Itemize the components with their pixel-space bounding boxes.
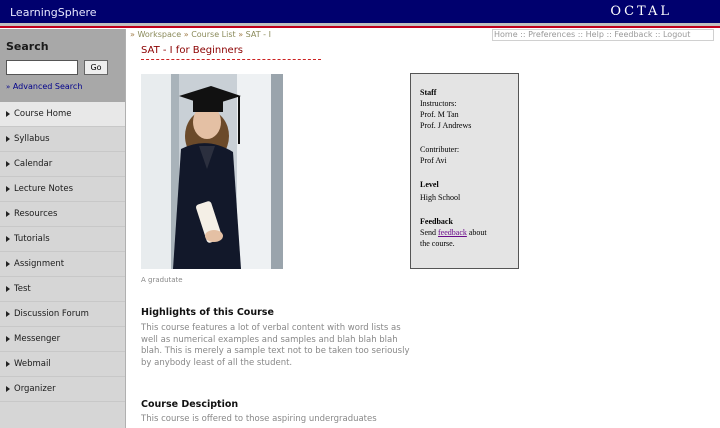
toplinks-sep: :: bbox=[577, 30, 584, 39]
nav-label: Resources bbox=[14, 209, 58, 219]
arrow-right-icon bbox=[6, 236, 10, 242]
brand-name: LearningSphere bbox=[10, 6, 97, 19]
search-panel: Search Go » Advanced Search bbox=[0, 29, 125, 102]
link-help[interactable]: Help bbox=[586, 30, 604, 39]
description-text: This course is offered to those aspiring… bbox=[141, 414, 377, 424]
nav-tutorials[interactable]: Tutorials bbox=[0, 227, 125, 252]
arrow-right-icon bbox=[6, 386, 10, 392]
nav-webmail[interactable]: Webmail bbox=[0, 352, 125, 377]
staff-panel: Staff Instructors: Prof. M Tan Prof. J A… bbox=[410, 73, 519, 269]
link-home[interactable]: Home bbox=[494, 30, 518, 39]
nav-assignment[interactable]: Assignment bbox=[0, 252, 125, 277]
header-divider bbox=[0, 26, 720, 28]
feedback-post: about bbox=[468, 228, 487, 237]
nav-course-home[interactable]: Course Home bbox=[0, 102, 125, 127]
sidebar: Search Go » Advanced Search Course Home … bbox=[0, 29, 126, 428]
feedback-heading: Feedback bbox=[420, 217, 453, 226]
breadcrumb: » Workspace » Course List » SAT - I bbox=[130, 30, 271, 39]
top-banner: LearningSphere OCTAL bbox=[0, 0, 720, 26]
nav-lecture-notes[interactable]: Lecture Notes bbox=[0, 177, 125, 202]
nav-label: Course Home bbox=[14, 109, 72, 119]
nav-label: Assignment bbox=[14, 259, 65, 269]
arrow-right-icon bbox=[6, 261, 10, 267]
link-logout[interactable]: Logout bbox=[663, 30, 690, 39]
nav-label: Messenger bbox=[14, 334, 61, 344]
level-value: High School bbox=[420, 193, 461, 202]
go-button[interactable]: Go bbox=[84, 60, 108, 75]
nav-label: Discussion Forum bbox=[14, 309, 89, 319]
nav-resources[interactable]: Resources bbox=[0, 202, 125, 227]
contributer-1: Prof Avi bbox=[420, 156, 447, 165]
description-title: Course Desciption bbox=[141, 399, 239, 410]
feedback-pre: Send bbox=[420, 228, 436, 237]
search-title: Search bbox=[6, 40, 49, 53]
link-feedback[interactable]: Feedback bbox=[614, 30, 652, 39]
arrow-right-icon bbox=[6, 286, 10, 292]
toplinks-sep: :: bbox=[520, 30, 526, 39]
course-nav: Course Home Syllabus Calendar Lecture No… bbox=[0, 102, 125, 402]
breadcrumb-sep: » bbox=[238, 30, 244, 39]
arrow-right-icon bbox=[6, 161, 10, 167]
search-input[interactable] bbox=[6, 60, 78, 75]
nav-label: Webmail bbox=[14, 359, 51, 369]
highlights-title: Highlights of this Course bbox=[141, 307, 274, 318]
contributer-label: Contributer: bbox=[420, 145, 460, 154]
image-caption: A gradutate bbox=[141, 276, 183, 284]
breadcrumb-sep: » bbox=[183, 30, 189, 39]
nav-calendar[interactable]: Calendar bbox=[0, 152, 125, 177]
nav-discussion-forum[interactable]: Discussion Forum bbox=[0, 302, 125, 327]
advanced-search-link[interactable]: » Advanced Search bbox=[6, 82, 125, 91]
nav-label: Syllabus bbox=[14, 134, 50, 144]
highlights-text: This course features a lot of verbal con… bbox=[141, 323, 410, 368]
arrow-right-icon bbox=[6, 311, 10, 317]
nav-label: Tutorials bbox=[14, 234, 50, 244]
instructors-label: Instructors: bbox=[420, 99, 457, 108]
breadcrumb-sep: » bbox=[130, 30, 135, 39]
arrow-right-icon bbox=[6, 111, 10, 117]
graduate-photo bbox=[141, 74, 283, 269]
nav-test[interactable]: Test bbox=[0, 277, 125, 302]
instructor-1: Prof. M Tan bbox=[420, 110, 459, 119]
arrow-right-icon bbox=[6, 136, 10, 142]
nav-label: Test bbox=[14, 284, 31, 294]
toplinks-sep: :: bbox=[606, 30, 612, 39]
level-heading: Level bbox=[420, 180, 439, 189]
top-links: Home :: Preferences :: Help :: Feedback … bbox=[492, 29, 714, 41]
link-preferences[interactable]: Preferences bbox=[528, 30, 575, 39]
arrow-right-icon bbox=[6, 211, 10, 217]
page-title: SAT - I for Beginners bbox=[141, 45, 321, 60]
nav-label: Calendar bbox=[14, 159, 53, 169]
breadcrumb-current: SAT - I bbox=[245, 30, 271, 39]
arrow-right-icon bbox=[6, 336, 10, 342]
breadcrumb-course-list[interactable]: Course List bbox=[191, 30, 235, 39]
instructor-2: Prof. J Andrews bbox=[420, 121, 472, 130]
arrow-right-icon bbox=[6, 186, 10, 192]
feedback-tail: the course. bbox=[420, 239, 455, 248]
nav-label: Lecture Notes bbox=[14, 184, 73, 194]
arrow-right-icon bbox=[6, 361, 10, 367]
nav-messenger[interactable]: Messenger bbox=[0, 327, 125, 352]
feedback-link[interactable]: feedback bbox=[438, 228, 467, 237]
toplinks-sep: :: bbox=[655, 30, 661, 39]
advanced-search-label: Advanced Search bbox=[12, 82, 83, 91]
staff-heading: Staff bbox=[420, 88, 437, 97]
nav-organizer[interactable]: Organizer bbox=[0, 377, 125, 402]
nav-label: Organizer bbox=[14, 384, 56, 394]
advanced-search-bullet: » bbox=[6, 83, 11, 91]
octal-logo: OCTAL bbox=[610, 4, 672, 19]
nav-syllabus[interactable]: Syllabus bbox=[0, 127, 125, 152]
breadcrumb-workspace[interactable]: Workspace bbox=[137, 30, 181, 39]
